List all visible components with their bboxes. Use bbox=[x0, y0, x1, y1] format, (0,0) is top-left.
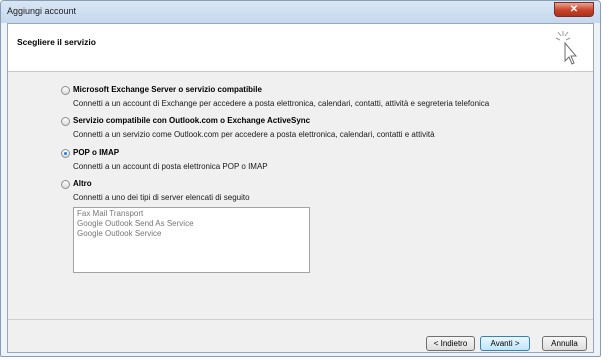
cursor-sparkle-icon bbox=[555, 31, 578, 65]
option-outlook-com-label[interactable]: Servizio compatibile con Outlook.com o E… bbox=[73, 116, 310, 125]
option-pop-imap-description: Connetti a un account di posta elettroni… bbox=[73, 162, 268, 171]
radio-exchange[interactable] bbox=[61, 86, 70, 95]
cancel-button[interactable]: Annulla bbox=[542, 336, 587, 351]
footer-divider bbox=[8, 319, 593, 320]
back-button[interactable]: < Indietro bbox=[426, 336, 475, 351]
header-band: Scegliere il servizio bbox=[8, 24, 593, 72]
next-button[interactable]: Avanti > bbox=[480, 336, 530, 351]
close-button[interactable]: ✕ bbox=[554, 2, 594, 17]
server-type-list[interactable]: Fax Mail Transport Google Outlook Send A… bbox=[73, 207, 310, 273]
option-pop-imap-label[interactable]: POP o IMAP bbox=[73, 148, 119, 157]
list-item[interactable]: Google Outlook Service bbox=[77, 229, 306, 239]
option-other-description: Connetti a uno dei tipi di server elenca… bbox=[73, 193, 250, 202]
option-exchange-description: Connetti a un account di Exchange per ac… bbox=[73, 99, 490, 108]
option-outlook-com-description: Connetti a un servizio come Outlook.com … bbox=[73, 130, 435, 139]
radio-pop-imap[interactable] bbox=[61, 149, 70, 158]
list-item[interactable]: Fax Mail Transport bbox=[77, 209, 306, 219]
page-title: Scegliere il servizio bbox=[17, 37, 96, 47]
radio-outlook-com[interactable] bbox=[61, 117, 70, 126]
option-exchange-label[interactable]: Microsoft Exchange Server o servizio com… bbox=[73, 85, 262, 94]
radio-other[interactable] bbox=[61, 180, 70, 189]
list-item[interactable]: Google Outlook Send As Service bbox=[77, 219, 306, 229]
dialog-body: Scegliere il servizio Microsoft Exchange… bbox=[7, 23, 594, 353]
title-bar[interactable]: Aggiungi account ✕ bbox=[1, 1, 600, 23]
add-account-dialog: Aggiungi account ✕ Scegliere il servizio… bbox=[0, 0, 601, 357]
close-icon: ✕ bbox=[569, 4, 579, 15]
window-title: Aggiungi account bbox=[7, 6, 77, 16]
option-other-label[interactable]: Altro bbox=[73, 179, 92, 188]
